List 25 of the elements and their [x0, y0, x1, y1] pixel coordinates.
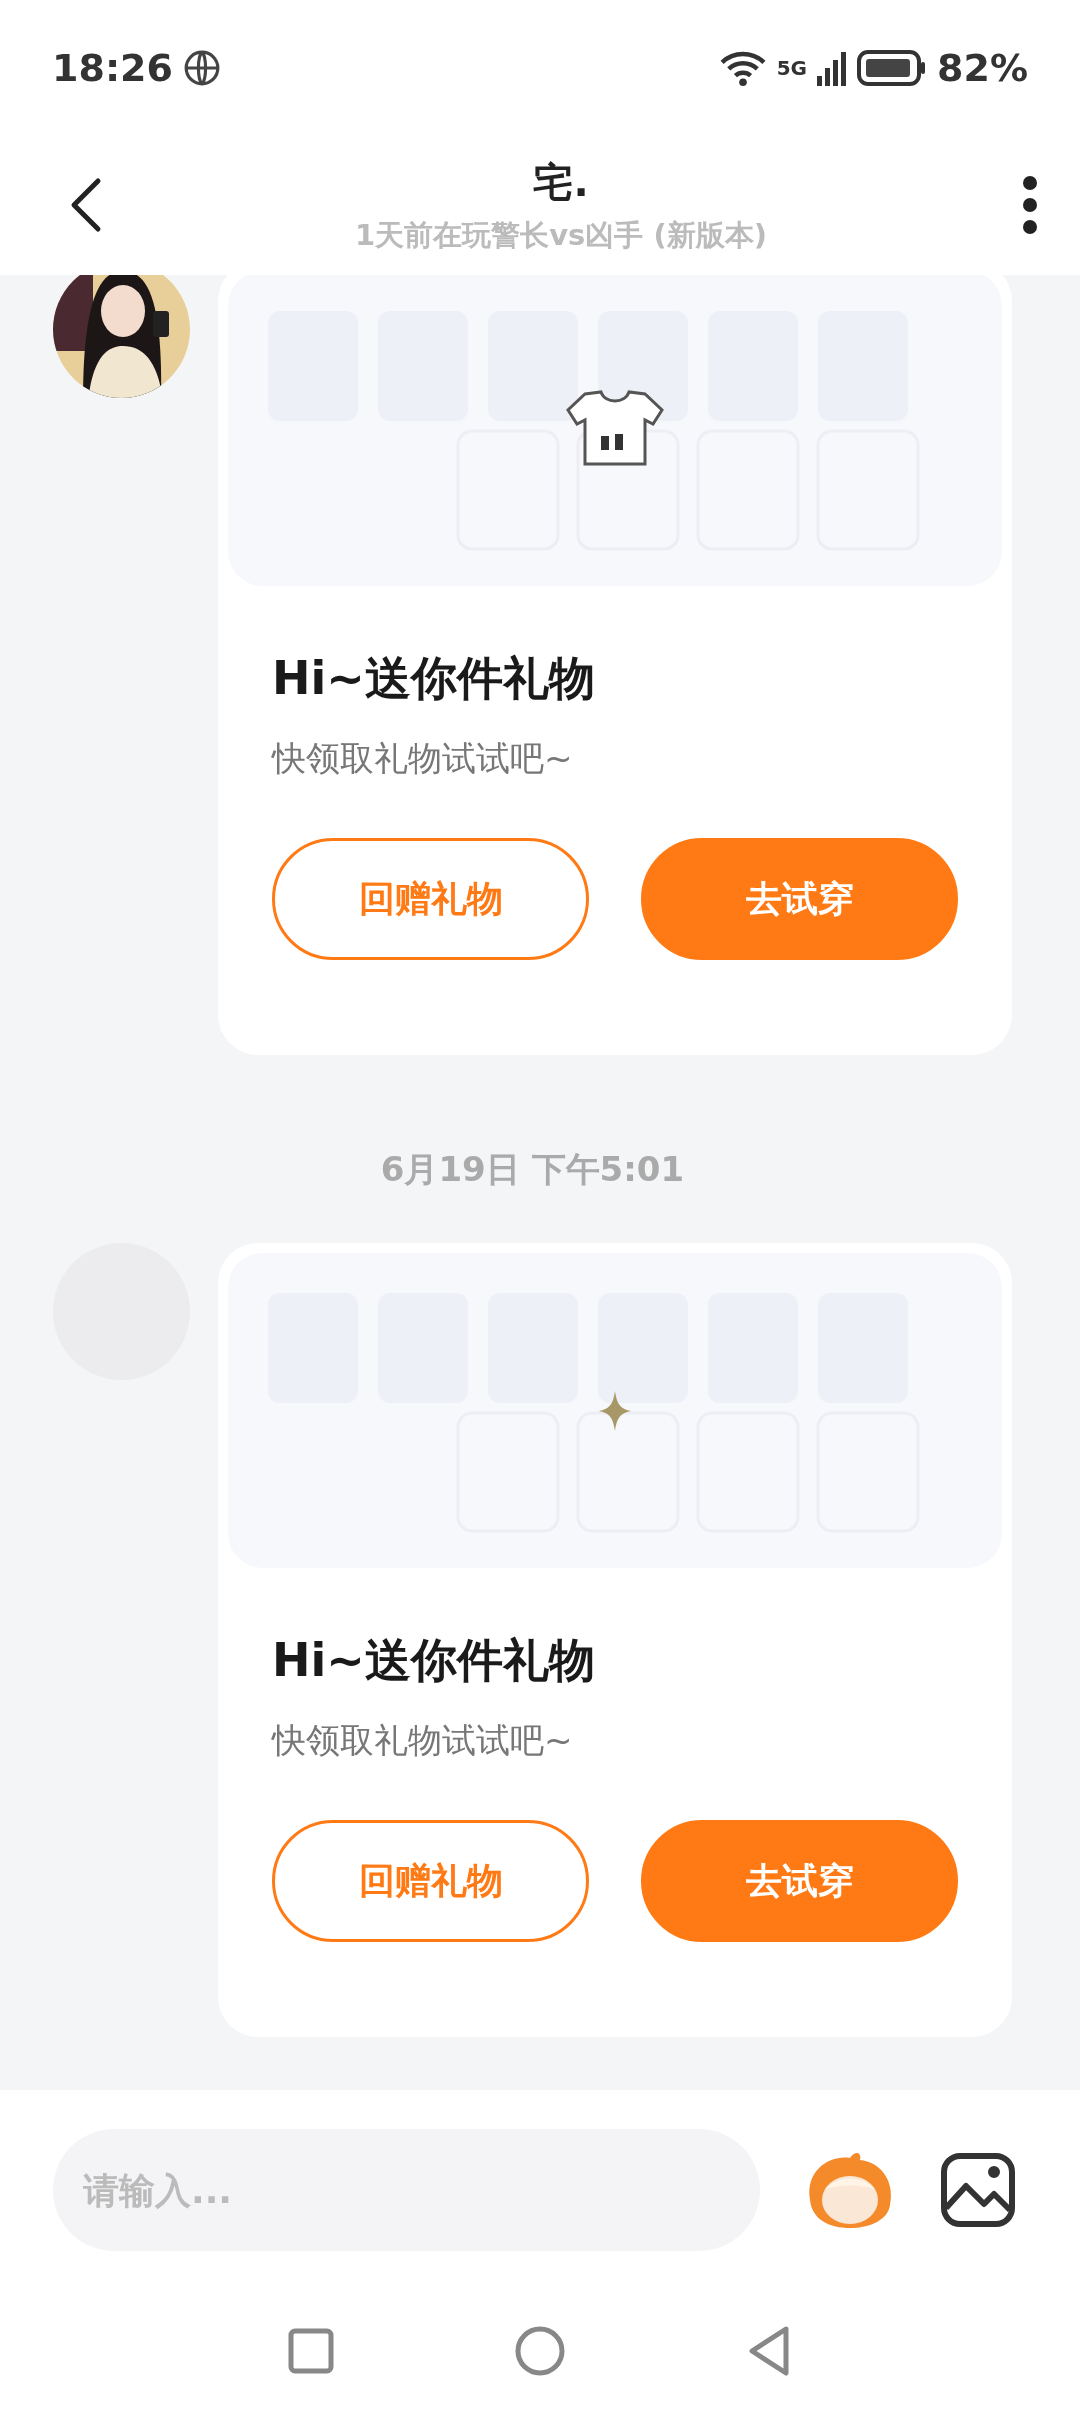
network-label: 5G	[776, 55, 808, 80]
back-icon[interactable]	[70, 177, 102, 233]
home-icon[interactable]	[514, 2325, 566, 2377]
more-icon[interactable]	[1020, 175, 1040, 235]
message-input[interactable]: 请输入...	[53, 2129, 760, 2251]
gift-text: 快领取礼物试试吧~	[272, 1719, 574, 1762]
gift-text: 快领取礼物试试吧~	[272, 737, 574, 780]
return-gift-button[interactable]: 回赠礼物	[272, 1820, 589, 1942]
try-on-button[interactable]: 去试穿	[641, 1820, 958, 1942]
chat-title: 宅.	[533, 157, 589, 207]
gift-title: Hi~送你件礼物	[272, 650, 596, 707]
back-nav-icon[interactable]	[746, 2325, 792, 2377]
try-on-button[interactable]: 去试穿	[641, 838, 958, 960]
battery-percent: 82%	[937, 45, 1028, 90]
return-gift-button[interactable]: 回赠礼物	[272, 838, 589, 960]
signal-icon	[817, 49, 848, 86]
recents-icon[interactable]	[288, 2328, 334, 2374]
chat-subtitle: 1天前在玩警长vs凶手 (新版本)	[355, 216, 767, 254]
gift-title: Hi~送你件礼物	[272, 1632, 596, 1689]
shirt-icon	[565, 389, 665, 468]
timestamp: 6月19日 下午5:01	[380, 1148, 685, 1191]
status-time: 18:26	[52, 45, 173, 90]
battery-icon	[857, 48, 928, 87]
image-icon[interactable]	[940, 2152, 1016, 2228]
globe-icon	[182, 48, 221, 87]
